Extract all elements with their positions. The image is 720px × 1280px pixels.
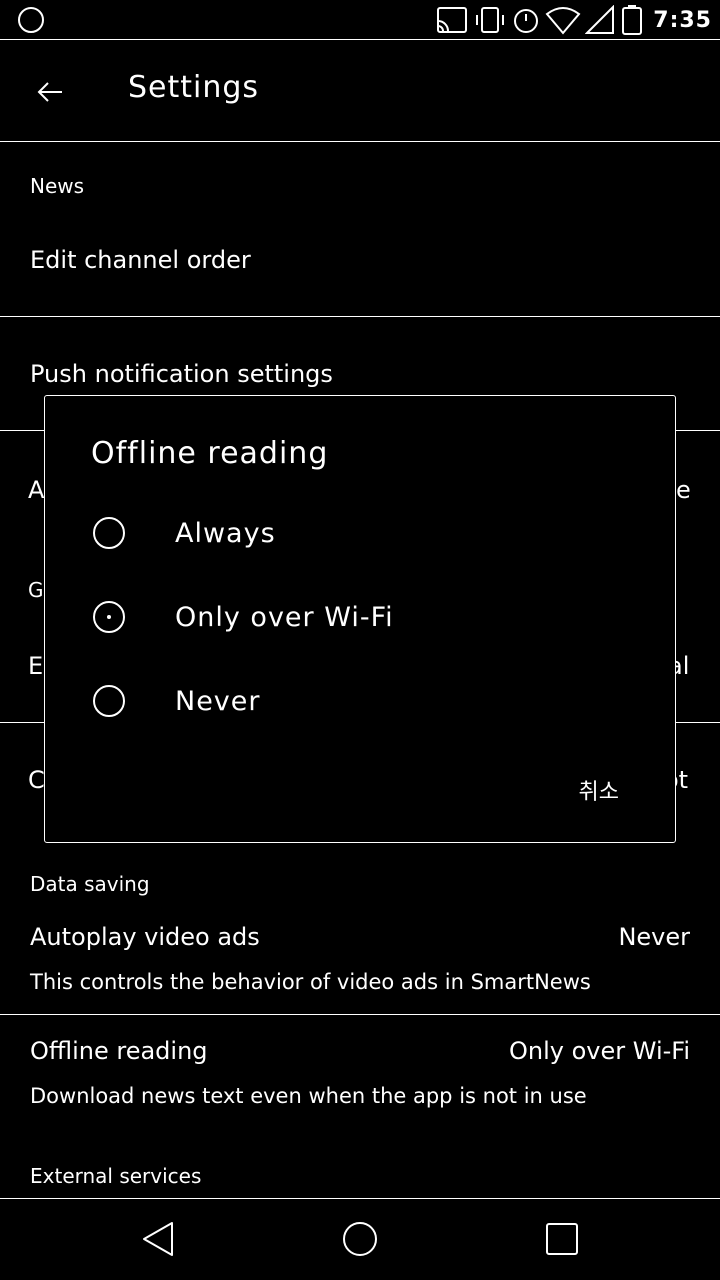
obscured-header-left: G [28, 578, 44, 602]
page-title: Settings [128, 70, 260, 105]
back-button[interactable] [26, 68, 74, 116]
nav-back-button[interactable] [138, 1219, 178, 1259]
option-only-over-wifi[interactable]: Only over Wi-Fi [93, 585, 633, 649]
autoplay-video-ads-label[interactable]: Autoplay video ads [30, 923, 260, 951]
wifi-icon [545, 7, 581, 35]
vibrate-icon [476, 7, 505, 33]
section-header-news: News [30, 174, 85, 198]
offline-reading-dialog: Offline reading Always Only over Wi-Fi N… [44, 395, 676, 843]
alarm-icon [514, 9, 539, 33]
obscured-item-right: e [676, 476, 691, 504]
status-time: 7:35 [653, 7, 712, 33]
section-header-external-services: External services [30, 1164, 202, 1188]
cancel-button[interactable]: 취소 [579, 774, 619, 806]
option-label: Never [175, 685, 261, 717]
push-notification-settings-item[interactable]: Push notification settings [30, 360, 333, 388]
cast-icon [437, 7, 468, 33]
status-icons: 7:35 [435, 4, 712, 36]
notification-app-icon [14, 6, 48, 34]
status-bar: 7:35 [0, 0, 720, 40]
section-header-data-saving: Data saving [30, 872, 150, 896]
radio-button[interactable] [93, 517, 125, 549]
option-label: Always [175, 517, 276, 549]
option-always[interactable]: Always [93, 501, 633, 565]
nav-recents-button[interactable] [542, 1219, 582, 1259]
nav-home-button[interactable] [340, 1219, 380, 1259]
triangle-back-icon [143, 1222, 173, 1256]
edit-channel-order-item[interactable]: Edit channel order [30, 246, 251, 274]
autoplay-video-ads-value: Never [618, 923, 690, 951]
offline-reading-description: Download news text even when the app is … [30, 1084, 587, 1108]
arrow-left-icon [37, 82, 62, 102]
offline-reading-value: Only over Wi-Fi [508, 1037, 690, 1065]
obscured-item-left[interactable]: A [28, 476, 44, 504]
radio-button-selected[interactable] [93, 601, 125, 633]
radio-button[interactable] [93, 685, 125, 717]
navigation-bar [0, 1198, 720, 1280]
divider [0, 316, 720, 317]
autoplay-video-ads-description: This controls the behavior of video ads … [30, 970, 591, 994]
dialog-title: Offline reading [91, 436, 329, 471]
battery-icon [622, 5, 643, 35]
offline-reading-label[interactable]: Offline reading [30, 1037, 208, 1065]
obscured-item-left[interactable]: E [28, 652, 43, 680]
settings-screen: 7:35 Settings News Edit channel order Pu… [0, 0, 720, 1280]
circle-home-icon [343, 1222, 377, 1256]
app-bar: Settings [0, 40, 720, 142]
divider [0, 1014, 720, 1015]
signal-icon [585, 5, 615, 34]
option-never[interactable]: Never [93, 669, 633, 733]
square-recents-icon [546, 1223, 578, 1255]
option-label: Only over Wi-Fi [175, 601, 394, 633]
obscured-item-left[interactable]: C [28, 766, 45, 794]
